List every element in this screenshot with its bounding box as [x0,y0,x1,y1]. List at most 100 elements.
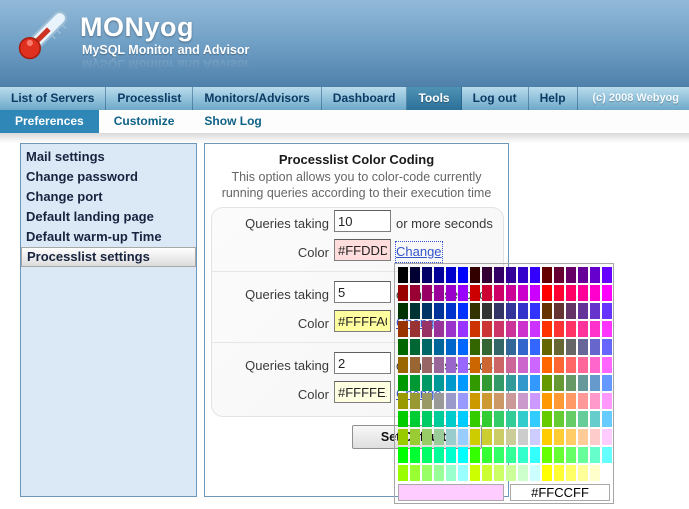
palette-color-swatch[interactable] [482,321,492,337]
palette-color-swatch[interactable] [578,411,588,427]
palette-color-swatch[interactable] [434,429,444,445]
palette-color-swatch[interactable] [542,429,552,445]
palette-color-swatch[interactable] [518,267,528,283]
palette-color-swatch[interactable] [566,393,576,409]
palette-color-swatch[interactable] [398,357,408,373]
sidebar-item-mail-settings[interactable]: Mail settings [21,147,196,167]
palette-color-swatch[interactable] [482,267,492,283]
palette-color-swatch[interactable] [446,267,456,283]
palette-color-swatch[interactable] [530,447,540,463]
palette-color-swatch[interactable] [410,375,420,391]
palette-color-swatch[interactable] [470,267,480,283]
palette-color-swatch[interactable] [398,393,408,409]
palette-color-swatch[interactable] [398,267,408,283]
palette-color-swatch[interactable] [554,411,564,427]
palette-color-swatch[interactable] [578,465,588,481]
palette-color-swatch[interactable] [566,303,576,319]
palette-color-swatch[interactable] [470,339,480,355]
palette-color-swatch[interactable] [578,429,588,445]
palette-color-swatch[interactable] [410,267,420,283]
palette-color-swatch[interactable] [566,429,576,445]
palette-color-swatch[interactable] [554,285,564,301]
palette-color-swatch[interactable] [434,303,444,319]
palette-color-swatch[interactable] [422,411,432,427]
palette-color-swatch[interactable] [590,357,600,373]
palette-color-swatch[interactable] [458,357,468,373]
palette-color-swatch[interactable] [578,339,588,355]
palette-color-swatch[interactable] [590,267,600,283]
palette-color-swatch[interactable] [518,357,528,373]
nav-tab-list-of-servers[interactable]: List of Servers [0,87,106,110]
palette-color-swatch[interactable] [506,429,516,445]
palette-color-swatch[interactable] [434,285,444,301]
palette-color-swatch[interactable] [554,303,564,319]
palette-color-swatch[interactable] [494,411,504,427]
palette-color-swatch[interactable] [518,411,528,427]
palette-color-swatch[interactable] [530,267,540,283]
palette-color-swatch[interactable] [494,357,504,373]
palette-color-swatch[interactable] [494,447,504,463]
palette-color-swatch[interactable] [542,321,552,337]
palette-color-swatch[interactable] [458,285,468,301]
palette-color-swatch[interactable] [422,429,432,445]
palette-color-swatch[interactable] [590,375,600,391]
palette-color-swatch[interactable] [542,393,552,409]
palette-color-swatch[interactable] [506,447,516,463]
palette-color-swatch[interactable] [458,465,468,481]
palette-color-swatch[interactable] [434,321,444,337]
palette-color-swatch[interactable] [542,339,552,355]
palette-color-swatch[interactable] [494,303,504,319]
palette-color-swatch[interactable] [506,465,516,481]
sidebar-item-processlist-settings[interactable]: Processlist settings [21,247,196,267]
palette-color-swatch[interactable] [554,429,564,445]
palette-color-swatch[interactable] [446,429,456,445]
palette-color-swatch[interactable] [506,267,516,283]
sidebar-item-change-password[interactable]: Change password [21,167,196,187]
palette-color-swatch[interactable] [530,339,540,355]
palette-color-swatch[interactable] [602,429,612,445]
palette-color-swatch[interactable] [518,375,528,391]
palette-color-swatch[interactable] [410,465,420,481]
palette-color-swatch[interactable] [518,321,528,337]
palette-color-swatch[interactable] [410,357,420,373]
palette-color-swatch[interactable] [470,357,480,373]
palette-color-swatch[interactable] [554,357,564,373]
palette-color-swatch[interactable] [494,321,504,337]
palette-color-swatch[interactable] [494,339,504,355]
palette-color-swatch[interactable] [542,447,552,463]
palette-color-swatch[interactable] [566,267,576,283]
palette-color-swatch[interactable] [422,393,432,409]
palette-color-swatch[interactable] [434,411,444,427]
palette-color-swatch[interactable] [518,429,528,445]
palette-color-swatch[interactable] [506,393,516,409]
palette-color-swatch[interactable] [542,465,552,481]
palette-color-swatch[interactable] [494,393,504,409]
palette-color-swatch[interactable] [566,339,576,355]
palette-color-swatch[interactable] [530,357,540,373]
sidebar-item-default-warm-up-time[interactable]: Default warm-up Time [21,227,196,247]
palette-color-swatch[interactable] [470,321,480,337]
palette-color-swatch[interactable] [482,411,492,427]
palette-color-swatch[interactable] [410,393,420,409]
palette-color-swatch[interactable] [542,375,552,391]
palette-color-swatch[interactable] [506,357,516,373]
sidebar-item-default-landing-page[interactable]: Default landing page [21,207,196,227]
palette-color-swatch[interactable] [506,321,516,337]
palette-color-swatch[interactable] [410,411,420,427]
palette-color-swatch[interactable] [470,429,480,445]
palette-color-swatch[interactable] [470,303,480,319]
palette-color-swatch[interactable] [458,411,468,427]
palette-color-swatch[interactable] [518,285,528,301]
palette-color-swatch[interactable] [506,339,516,355]
palette-color-swatch[interactable] [566,411,576,427]
palette-color-swatch[interactable] [398,465,408,481]
selected-hex-value[interactable]: #FFCCFF [510,484,610,501]
palette-color-swatch[interactable] [518,465,528,481]
palette-color-swatch[interactable] [470,447,480,463]
palette-color-swatch[interactable] [446,357,456,373]
palette-color-swatch[interactable] [530,303,540,319]
palette-color-swatch[interactable] [482,393,492,409]
palette-color-swatch[interactable] [446,285,456,301]
palette-color-swatch[interactable] [566,285,576,301]
palette-color-swatch[interactable] [422,303,432,319]
